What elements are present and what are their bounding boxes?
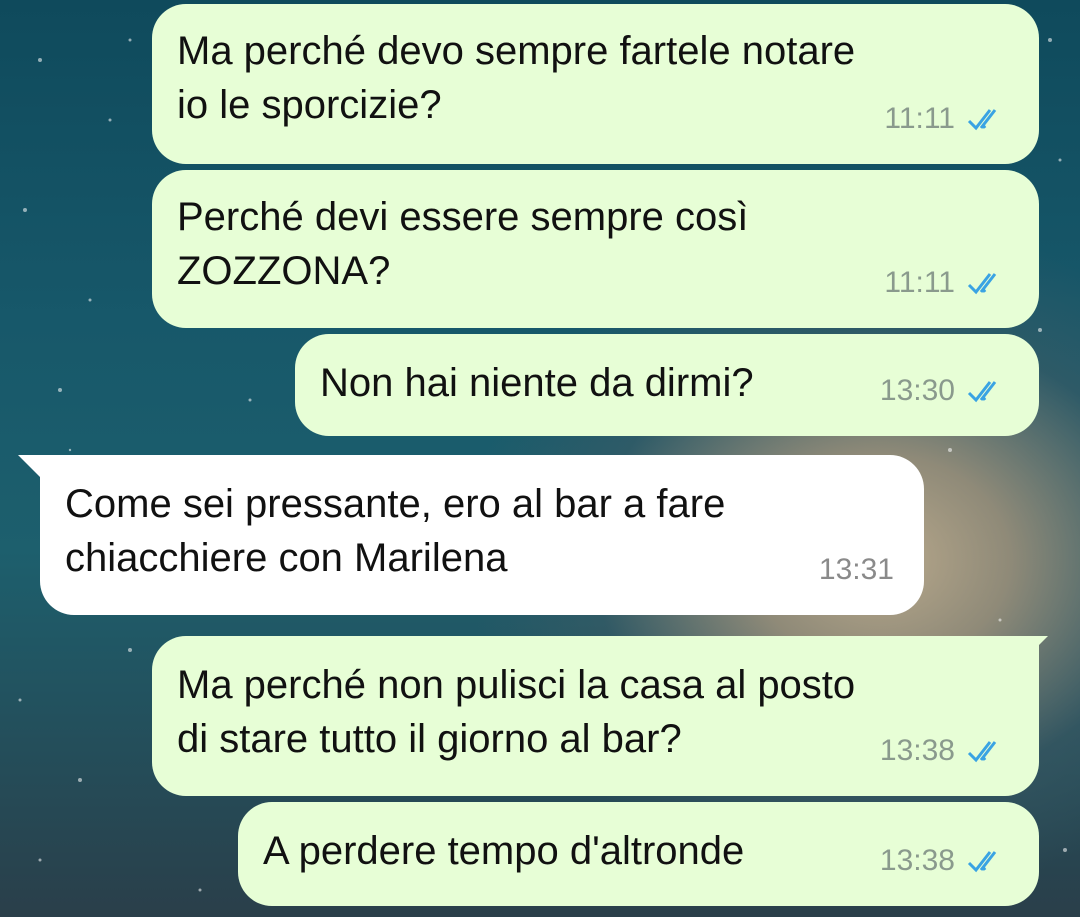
message-text: Ma perché non pulisci la casa al posto d… — [177, 663, 856, 761]
message-text: Non hai niente da dirmi? — [320, 361, 754, 405]
message-bubble-incoming[interactable]: Come sei pressante, ero al bar a fare ch… — [40, 455, 924, 615]
message-text: Perché devi essere sempre così ZOZZONA? — [177, 195, 749, 293]
message-meta: 13:30 — [880, 364, 1009, 418]
double-check-read-icon — [967, 273, 997, 295]
message-meta: 13:31 — [819, 543, 894, 597]
message-time: 13:38 — [879, 844, 955, 877]
message-meta: 13:38 — [880, 834, 1009, 888]
double-check-read-icon — [967, 851, 997, 873]
message-bubble-outgoing[interactable]: A perdere tempo d'altronde 13:38 — [238, 802, 1039, 906]
message-meta: 13:38 — [880, 724, 1009, 778]
message-meta: 11:11 — [884, 256, 1009, 310]
message-bubble-outgoing[interactable]: Ma perché devo sempre fartele notare io … — [152, 4, 1039, 164]
message-time: 11:11 — [884, 102, 955, 135]
message-bubble-outgoing[interactable]: Ma perché non pulisci la casa al posto d… — [152, 636, 1039, 796]
message-text: Come sei pressante, ero al bar a fare ch… — [65, 482, 726, 580]
message-bubble-outgoing[interactable]: Non hai niente da dirmi? 13:30 — [295, 334, 1039, 436]
double-check-read-icon — [967, 109, 997, 131]
message-time: 13:31 — [818, 553, 894, 586]
message-time: 13:38 — [879, 734, 955, 767]
message-bubble-outgoing[interactable]: Perché devi essere sempre così ZOZZONA? … — [152, 170, 1039, 328]
double-check-read-icon — [967, 381, 997, 403]
message-time: 11:11 — [884, 266, 955, 299]
message-time: 13:30 — [879, 374, 955, 407]
message-text: Ma perché devo sempre fartele notare io … — [177, 29, 856, 127]
message-text: A perdere tempo d'altronde — [263, 829, 745, 873]
message-meta: 11:11 — [884, 92, 1009, 146]
double-check-read-icon — [967, 741, 997, 763]
